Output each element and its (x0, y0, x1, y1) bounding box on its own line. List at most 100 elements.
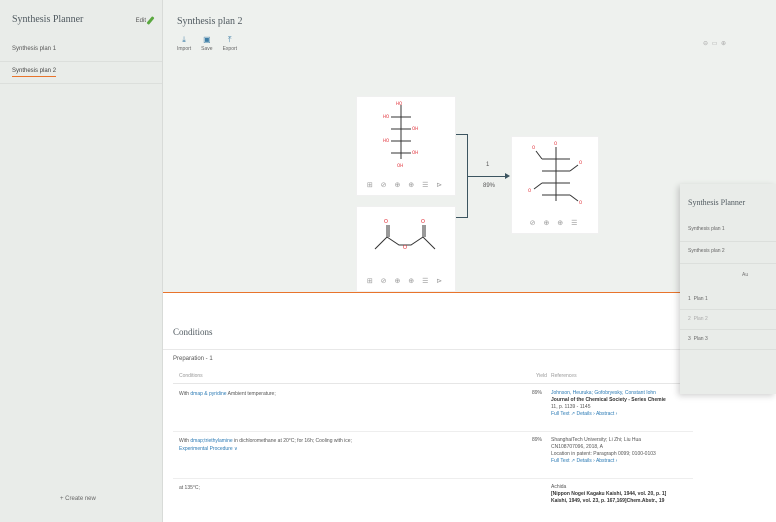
sidebar-item-label: Synthesis plan 1 (12, 46, 57, 52)
step-number: 1 (486, 162, 490, 168)
condition-prefix: With (179, 391, 191, 397)
product-molecule-structure: O O O O O (528, 141, 582, 205)
sugar-molecule-structure: HO HO OH HO OH OH (383, 101, 418, 168)
svg-text:O: O (579, 160, 582, 165)
svg-text:OH: OH (397, 163, 403, 168)
subplan-number: 3 (688, 336, 691, 342)
reference-links[interactable]: Full Text ↗ Details › Abstract › (551, 411, 693, 418)
reference-cell: Achida [Nippon Nogei Kagaku Kaishi, 1944… (551, 484, 693, 505)
zoom-controls[interactable]: ⊖ ▭ ⊕ (703, 40, 727, 47)
overlay-au-label: Au (742, 272, 749, 278)
reference-journal: CN108707096, 2018, A (551, 444, 603, 450)
overlay-subplan-1[interactable]: 1 Plan 1 (680, 290, 776, 310)
yield-label: 89% (483, 183, 496, 189)
col-references: References (551, 373, 577, 379)
svg-text:OH: OH (412, 126, 418, 131)
reference-authors[interactable]: Johnson, Heuruka; Gofobryesky, Constant … (551, 390, 693, 397)
import-button[interactable]: ⤓ Import (177, 35, 192, 53)
product-card[interactable]: O O O O O ⊘ ⊕ ⊕ ☰ (511, 136, 599, 234)
reaction-arrow-head (505, 173, 510, 179)
overlay-item-plan-1[interactable]: Synthesis plan 1 (680, 220, 776, 242)
condition-cell: at 135°C; (179, 485, 200, 491)
condition-cell: With dmap & pyridine Ambient temperature… (179, 390, 519, 398)
sidebar-item-label: Synthesis plan 2 (12, 68, 57, 77)
col-conditions: Conditions (179, 373, 203, 379)
subplan-label: Plan 1 (693, 296, 708, 302)
condition-prefix: With (179, 438, 191, 444)
reaction-bracket (456, 134, 468, 218)
edit-button[interactable]: Edit (135, 16, 155, 25)
reference-links[interactable]: Full Text ↗ Details › Abstract › (551, 458, 693, 465)
svg-text:OH: OH (412, 150, 418, 155)
overlay-subplan-2[interactable]: 2 Plan 2 (680, 310, 776, 330)
reference-cell: ShanghaiTech University; Li Zhi; Liu Hua… (551, 437, 693, 465)
svg-text:O: O (554, 141, 557, 146)
save-button[interactable]: ▣ Save (201, 35, 213, 53)
reagent-link[interactable]: dmap;triethylamine (190, 438, 232, 444)
yield-cell: 89% (532, 437, 543, 443)
reactant-2-tools[interactable]: ⊞ ⊘ ⊕ ⊕ ☰ ⊳ (357, 277, 455, 285)
toolbar: ⤓ Import ▣ Save ⤒ Export (177, 35, 238, 53)
subplan-label: Plan 2 (693, 316, 708, 322)
svg-text:O: O (384, 219, 388, 225)
sidebar: Synthesis Planner Edit Synthesis plan 1 … (0, 0, 163, 522)
table-header: Conditions Yield References (173, 373, 693, 384)
sidebar-header: Synthesis Planner Edit (0, 0, 162, 40)
svg-text:O: O (421, 219, 425, 225)
save-label: Save (201, 46, 213, 52)
pencil-icon (146, 16, 155, 25)
export-icon: ⤒ (228, 35, 232, 44)
reactant-1-card[interactable]: HO HO OH HO OH OH ⊞ ⊘ ⊕ ⊕ ☰ ⊳ (356, 96, 456, 196)
svg-text:O: O (579, 200, 582, 205)
col-yield: Yield (536, 373, 547, 379)
product-tools[interactable]: ⊘ ⊕ ⊕ ☰ (512, 219, 598, 227)
condition-text: in dichloromethane at 20°C; for 16h; Coo… (232, 438, 352, 444)
acetic-anhydride-structure: O O O (374, 219, 436, 251)
reference-journal: Journal of the Chemical Society - Series… (551, 397, 666, 403)
edit-label: Edit (135, 17, 146, 24)
import-icon: ⤓ (182, 35, 186, 44)
export-label: Export (222, 46, 238, 52)
page-title: Synthesis plan 2 (177, 16, 243, 27)
reference-detail: Kaishi, 1949, vol. 23, p. 167,169]Chem.A… (551, 498, 665, 504)
condition-text: Ambient temperature; (226, 391, 276, 397)
svg-text:O: O (403, 245, 407, 251)
svg-text:HO: HO (383, 138, 389, 143)
plan-header: Synthesis plan 2 ⤓ Import ▣ Save ⤒ Expor… (163, 0, 776, 88)
reactant-1-tools[interactable]: ⊞ ⊘ ⊕ ⊕ ☰ ⊳ (357, 181, 455, 189)
reference-detail: 11, p. 1139 - 1145 (551, 404, 591, 410)
svg-text:O: O (528, 188, 531, 193)
reference-journal: [Nippon Nogei Kagaku Kaishi, 1944, vol. … (551, 491, 667, 497)
svg-text:O: O (532, 145, 535, 150)
subplan-label: Plan 3 (693, 336, 708, 342)
reference-authors: Achida (551, 484, 567, 490)
preparation-label: Preparation - 1 (173, 356, 213, 362)
save-icon: ▣ (203, 35, 211, 44)
experimental-procedure-toggle[interactable]: Experimental Procedure ∨ (179, 445, 519, 453)
reference-cell: Johnson, Heuruka; Gofobryesky, Constant … (551, 390, 693, 418)
overlay-item-label: Synthesis plan 1 (688, 226, 725, 232)
subplan-number: 1 (688, 296, 691, 302)
reference-authors: ShanghaiTech University; Li Zhi; Liu Hua (551, 437, 642, 443)
svg-text:HO: HO (396, 101, 402, 106)
import-label: Import (177, 46, 192, 52)
sidebar-title: Synthesis Planner (12, 14, 84, 25)
overlay-title: Synthesis Planner (688, 198, 746, 207)
export-button[interactable]: ⤒ Export (222, 35, 238, 53)
overlay-item-plan-2[interactable]: Synthesis plan 2 (680, 242, 776, 264)
reference-detail: Location in patent: Paragraph 0099; 0100… (551, 451, 656, 457)
table-row: With dmap & pyridine Ambient temperature… (173, 386, 693, 432)
sidebar-item-plan-2[interactable]: Synthesis plan 2 (0, 62, 162, 84)
sidebar-item-plan-1[interactable]: Synthesis plan 1 (0, 40, 162, 62)
svg-text:HO: HO (383, 114, 389, 119)
conditions-title: Conditions (173, 327, 213, 337)
table-row: at 135°C; Achida [Nippon Nogei Kagaku Ka… (173, 480, 693, 522)
yield-cell: 89% (532, 390, 543, 396)
subplan-number: 2 (688, 316, 691, 322)
create-new-button[interactable]: + Create new (60, 496, 96, 502)
reagent-link[interactable]: dmap & pyridine (190, 391, 226, 397)
overlay-item-label: Synthesis plan 2 (688, 248, 725, 254)
reaction-arrow-line (468, 176, 508, 177)
overlay-subplan-3[interactable]: 3 Plan 3 (680, 330, 776, 350)
reactant-2-card[interactable]: O O O ⊞ ⊘ ⊕ ⊕ ☰ ⊳ (356, 206, 456, 292)
